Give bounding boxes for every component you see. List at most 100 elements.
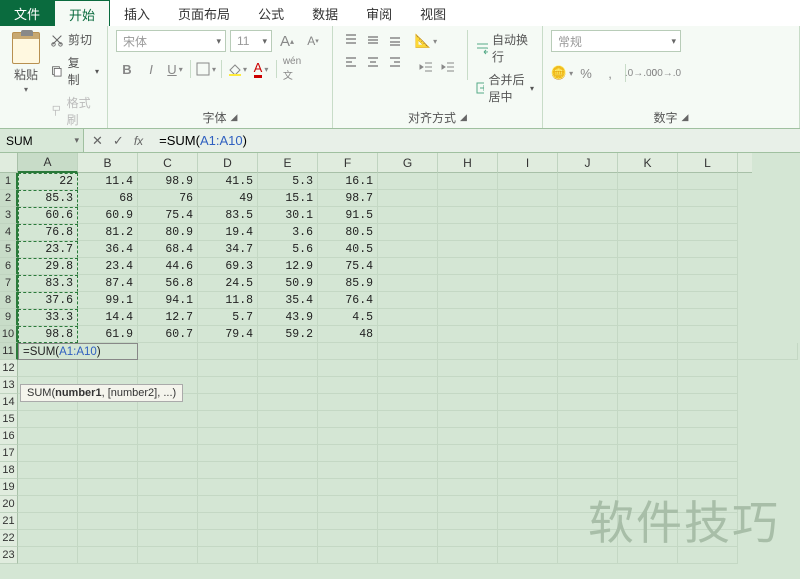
cell-F20[interactable]	[318, 496, 378, 513]
number-dialog-launcher[interactable]: ◢	[682, 112, 689, 123]
cell-F1[interactable]: 16.1	[318, 173, 378, 190]
cell-I23[interactable]	[498, 547, 558, 564]
cell-F13[interactable]	[318, 377, 378, 394]
cell-G2[interactable]	[378, 190, 438, 207]
row-header-9[interactable]: 9	[0, 309, 18, 326]
cell-J15[interactable]	[558, 411, 618, 428]
cell-K17[interactable]	[618, 445, 678, 462]
cell-I21[interactable]	[498, 513, 558, 530]
cell-I20[interactable]	[498, 496, 558, 513]
cell-F10[interactable]: 48	[318, 326, 378, 343]
cell-A2[interactable]: 85.3	[18, 190, 78, 207]
cell-C11[interactable]	[198, 343, 258, 360]
cell-H2[interactable]	[438, 190, 498, 207]
row-header-10[interactable]: 10	[0, 326, 18, 343]
cell-L18[interactable]	[678, 462, 738, 479]
cell-C20[interactable]	[138, 496, 198, 513]
cell-B1[interactable]: 11.4	[78, 173, 138, 190]
cell-C12[interactable]	[138, 360, 198, 377]
cell-J11[interactable]	[618, 343, 678, 360]
cell-C8[interactable]: 94.1	[138, 292, 198, 309]
cell-E17[interactable]	[258, 445, 318, 462]
cell-K21[interactable]	[618, 513, 678, 530]
column-header-G[interactable]: G	[378, 153, 438, 173]
cell-C18[interactable]	[138, 462, 198, 479]
cell-L19[interactable]	[678, 479, 738, 496]
cell-C16[interactable]	[138, 428, 198, 445]
select-all-corner[interactable]	[0, 153, 18, 173]
cell-A12[interactable]	[18, 360, 78, 377]
cell-H10[interactable]	[438, 326, 498, 343]
cell-A5[interactable]: 23.7	[18, 241, 78, 258]
cell-I7[interactable]	[498, 275, 558, 292]
column-header-A[interactable]: A	[18, 153, 78, 173]
cell-D6[interactable]: 69.3	[198, 258, 258, 275]
cell-F18[interactable]	[318, 462, 378, 479]
cell-F23[interactable]	[318, 547, 378, 564]
cell-K16[interactable]	[618, 428, 678, 445]
cell-B4[interactable]: 81.2	[78, 224, 138, 241]
row-header-1[interactable]: 1	[0, 173, 18, 190]
formula-enter-button[interactable]: ✓	[113, 133, 124, 149]
cell-C22[interactable]	[138, 530, 198, 547]
font-color-button[interactable]: A	[250, 58, 272, 80]
cell-H22[interactable]	[438, 530, 498, 547]
row-header-23[interactable]: 23	[0, 547, 18, 564]
cell-H9[interactable]	[438, 309, 498, 326]
grow-font-button[interactable]: A▴	[276, 30, 298, 52]
cell-D2[interactable]: 49	[198, 190, 258, 207]
align-left[interactable]	[341, 52, 361, 72]
cell-L12[interactable]	[678, 360, 738, 377]
cell-F3[interactable]: 91.5	[318, 207, 378, 224]
cell-D8[interactable]: 11.8	[198, 292, 258, 309]
row-header-2[interactable]: 2	[0, 190, 18, 207]
column-header-F[interactable]: F	[318, 153, 378, 173]
cell-K11[interactable]	[678, 343, 738, 360]
cell-I1[interactable]	[498, 173, 558, 190]
cell-B3[interactable]: 60.9	[78, 207, 138, 224]
cell-I6[interactable]	[498, 258, 558, 275]
number-format-combo[interactable]: 常规	[551, 30, 681, 52]
cell-L8[interactable]	[678, 292, 738, 309]
cell-E18[interactable]	[258, 462, 318, 479]
cell-H4[interactable]	[438, 224, 498, 241]
column-header-I[interactable]: I	[498, 153, 558, 173]
cell-K14[interactable]	[618, 394, 678, 411]
cell-B18[interactable]	[78, 462, 138, 479]
cell-G4[interactable]	[378, 224, 438, 241]
cell-K5[interactable]	[618, 241, 678, 258]
cell-J14[interactable]	[558, 394, 618, 411]
cell-H16[interactable]	[438, 428, 498, 445]
cell-D9[interactable]: 5.7	[198, 309, 258, 326]
cell-A22[interactable]	[18, 530, 78, 547]
cell-K9[interactable]	[618, 309, 678, 326]
cell-F22[interactable]	[318, 530, 378, 547]
cell-H1[interactable]	[438, 173, 498, 190]
cell-B23[interactable]	[78, 547, 138, 564]
cell-D3[interactable]: 83.5	[198, 207, 258, 224]
cell-J19[interactable]	[558, 479, 618, 496]
cell-J18[interactable]	[558, 462, 618, 479]
cell-I22[interactable]	[498, 530, 558, 547]
cell-E5[interactable]: 5.6	[258, 241, 318, 258]
cell-H11[interactable]	[498, 343, 558, 360]
cell-D11[interactable]	[258, 343, 318, 360]
cell-F5[interactable]: 40.5	[318, 241, 378, 258]
cell-K19[interactable]	[618, 479, 678, 496]
column-header-L[interactable]: L	[678, 153, 738, 173]
cell-E6[interactable]: 12.9	[258, 258, 318, 275]
cell-D14[interactable]	[198, 394, 258, 411]
cell-B2[interactable]: 68	[78, 190, 138, 207]
cell-E23[interactable]	[258, 547, 318, 564]
cell-D7[interactable]: 24.5	[198, 275, 258, 292]
cell-G1[interactable]	[378, 173, 438, 190]
bold-button[interactable]: B	[116, 58, 138, 80]
cell-G15[interactable]	[378, 411, 438, 428]
cell-L13[interactable]	[678, 377, 738, 394]
cell-J12[interactable]	[558, 360, 618, 377]
cell-L5[interactable]	[678, 241, 738, 258]
cell-K23[interactable]	[618, 547, 678, 564]
cell-A18[interactable]	[18, 462, 78, 479]
cell-L22[interactable]	[678, 530, 738, 547]
cell-A11[interactable]: =SUM(A1:A10)	[18, 343, 138, 360]
